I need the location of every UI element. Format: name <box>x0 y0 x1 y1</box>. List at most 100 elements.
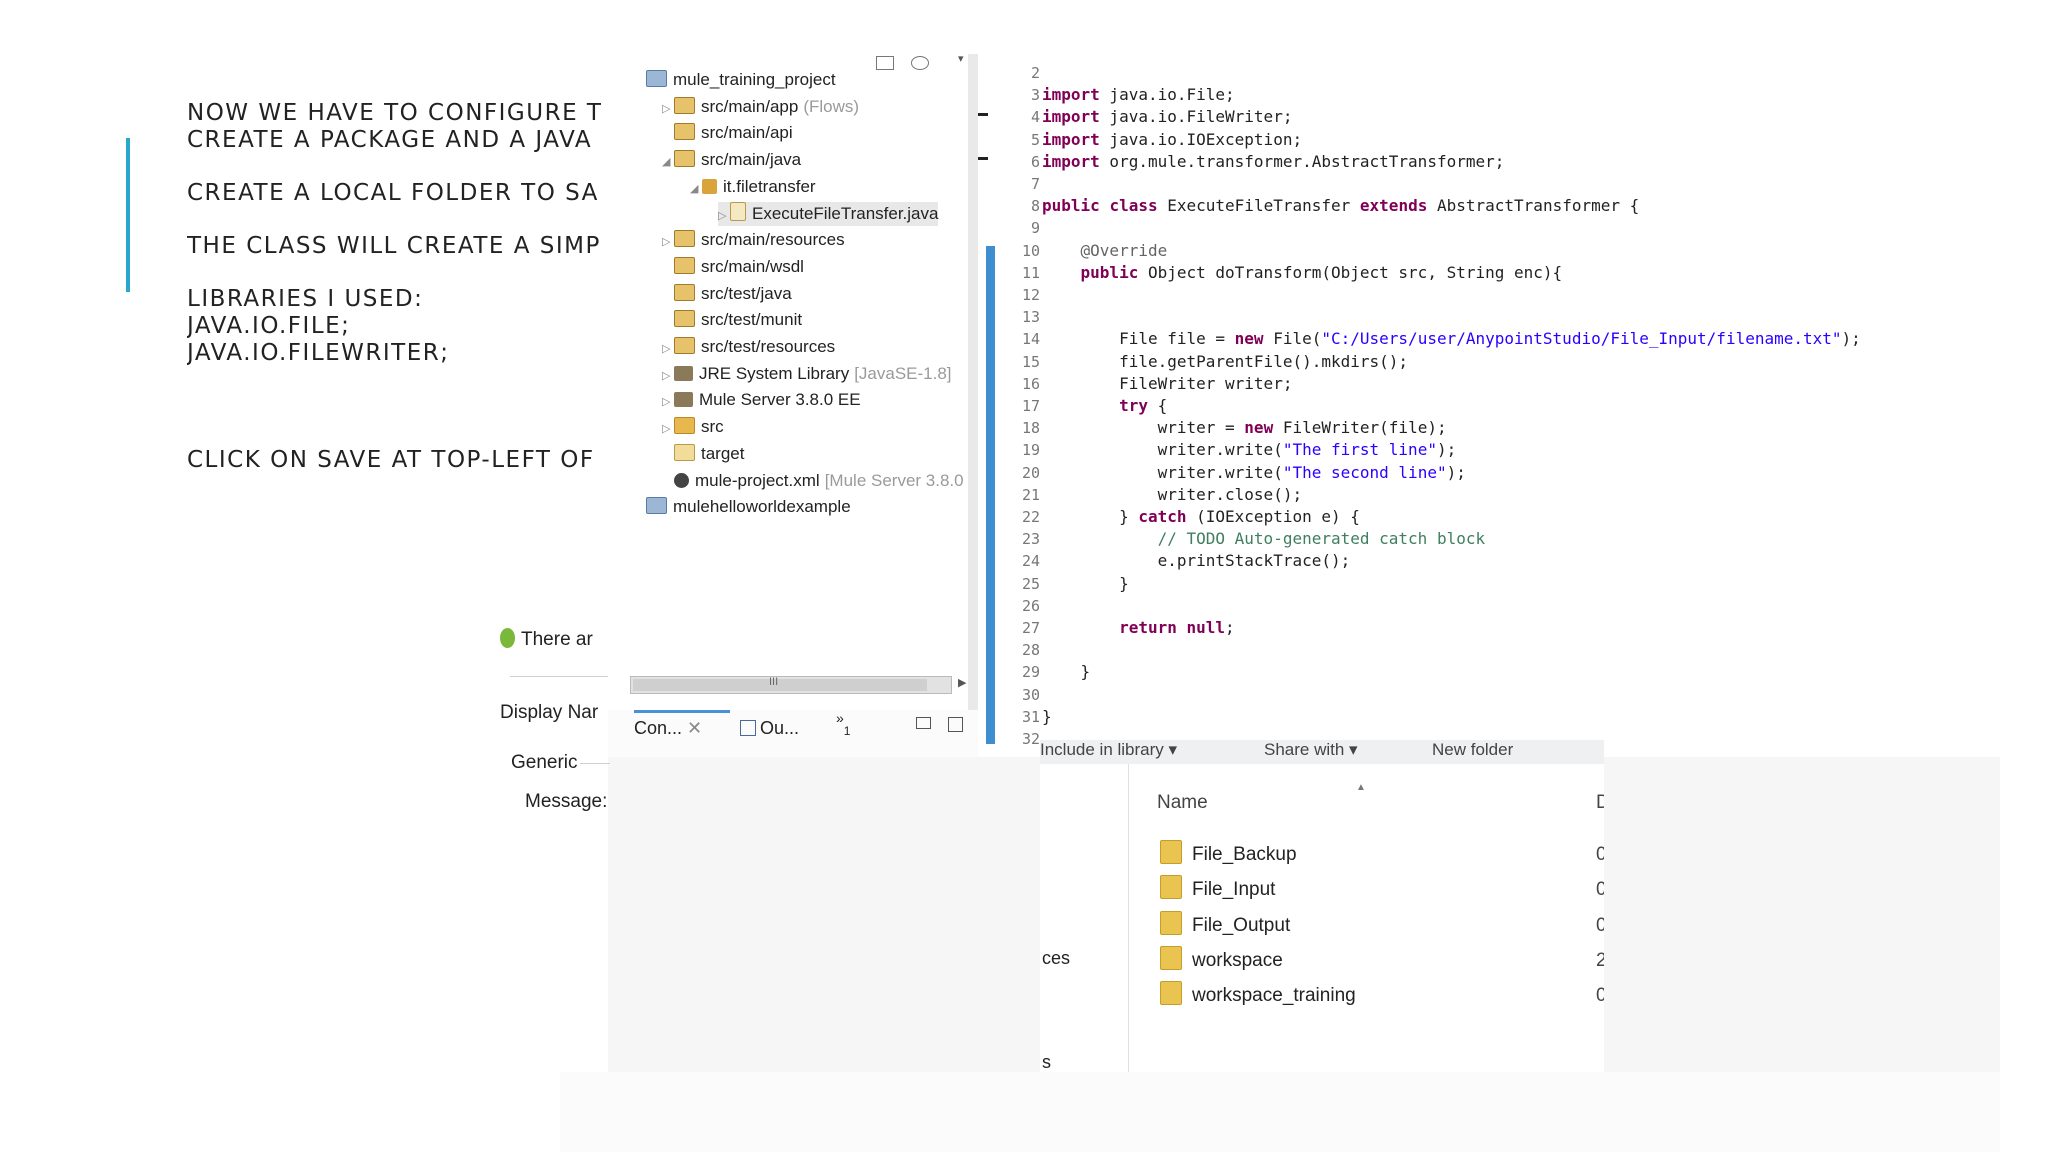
tree-item-label: it.filetransfer <box>723 176 816 196</box>
tab-console[interactable]: Con... ✕ <box>634 718 702 739</box>
tree-item[interactable]: mule-project.xml [Mule Server 3.8.0 <box>662 469 964 493</box>
line-number: 25 <box>1021 574 1040 593</box>
line-number: 2 <box>1030 64 1040 82</box>
folder-row[interactable]: workspace_training 0 <box>1160 981 1604 1011</box>
tree-item[interactable]: ▷ src/main/app (Flows) <box>662 95 859 119</box>
code-line: } catch (IOException e) { <box>1042 507 1360 526</box>
new-folder-button[interactable]: New folder <box>1432 740 1513 760</box>
overflow-count: 1 <box>843 724 851 738</box>
folder-icon <box>674 417 695 435</box>
folder-date: 0 <box>1596 879 1604 901</box>
status-text: There ar <box>521 629 593 650</box>
nav-item[interactable]: ces <box>1042 948 1070 969</box>
line-number: 31 <box>1021 707 1040 726</box>
expand-arrow-icon[interactable]: ▷ <box>662 230 674 254</box>
folder-row[interactable]: File_Output 0 <box>1160 910 1604 941</box>
expand-arrow-icon[interactable]: ▷ <box>662 364 674 388</box>
view-menu-icon[interactable]: ▾ <box>958 54 964 65</box>
code-line: import java.io.IOException; <box>1042 129 1303 149</box>
share-with-button[interactable]: Share with ▾ <box>1264 740 1358 760</box>
tree-item[interactable]: src/main/wsdl <box>662 255 804 279</box>
tree-item[interactable]: ▷ src <box>662 415 724 439</box>
properties-dialog-fragment: There ar Display Nar Generic Message: <box>500 620 610 840</box>
collapse-all-icon[interactable] <box>876 56 894 70</box>
library-icon <box>674 365 693 381</box>
link-editor-icon[interactable] <box>911 56 929 70</box>
folder-row[interactable]: File_Backup 0 <box>1160 840 1604 870</box>
gear-icon <box>674 472 689 488</box>
source-folder-icon <box>674 150 695 168</box>
code-line: writer.write("The second line"); <box>1042 462 1466 482</box>
expand-arrow-icon[interactable]: ▷ <box>662 97 674 121</box>
explorer-toolbar: Include in library ▾ Share with ▾ New fo… <box>1040 740 1604 764</box>
line-number: 32 <box>1021 730 1040 748</box>
tab-outline[interactable]: Ou... <box>740 718 799 739</box>
tree-item-label: mule-project.xml <box>695 470 820 490</box>
folder-row[interactable]: workspace 2 <box>1160 945 1604 976</box>
maximize-icon[interactable] <box>948 717 963 732</box>
line-number: 13 <box>1021 308 1040 327</box>
line-number: 7 <box>1030 175 1040 193</box>
tree-item[interactable]: ▷ ExecuteFileTransfer.java <box>718 201 939 228</box>
tree-item[interactable]: mule_training_project <box>634 68 836 92</box>
include-in-library-button[interactable]: Include in library ▾ <box>1040 740 1177 760</box>
line-number: 5 <box>1030 130 1040 149</box>
code-line: FileWriter writer; <box>1042 373 1293 393</box>
folder-name: workspace_training <box>1192 985 1356 1007</box>
slide-line: THE CLASS WILL CREATE A SIMP <box>187 233 601 259</box>
tree-item[interactable]: ▷ src/test/resources <box>662 335 835 359</box>
tree-item-label: src/test/resources <box>701 337 836 356</box>
tree-item[interactable]: ▷ Mule Server 3.8.0 EE <box>662 388 861 412</box>
slide-paragraph: THE CLASS WILL CREATE A SIMP <box>187 233 607 260</box>
nav-item[interactable]: s <box>1042 1052 1051 1072</box>
line-number: 4 <box>1030 108 1040 127</box>
tree-item-suffix: [JavaSE-1.8] <box>854 363 952 383</box>
display-name-label: Display Nar <box>500 702 599 723</box>
tree-item[interactable]: src/main/api <box>662 121 793 145</box>
tree-item[interactable]: target <box>662 442 744 466</box>
folder-name: File_Output <box>1192 914 1291 936</box>
tree-item[interactable]: src/test/munit <box>662 308 802 332</box>
folder-icon <box>1160 910 1182 935</box>
expand-arrow-icon[interactable]: ▷ <box>662 417 674 441</box>
tree-item[interactable]: src/test/java <box>662 282 792 306</box>
tree-item-label: mule_training_project <box>673 70 836 89</box>
bottom-view-tabs: Con... ✕ Ou... »1 <box>608 710 978 757</box>
expand-arrow-icon[interactable]: ◢ <box>662 150 674 174</box>
navigation-pane: ces s <box>1040 764 1129 1072</box>
horizontal-scrollbar[interactable]: III <box>630 676 952 694</box>
expand-arrow-icon[interactable]: ◢ <box>690 177 702 201</box>
scrollbar-thumb[interactable]: III <box>633 676 927 691</box>
code-line: public Object doTransform(Object src, St… <box>1080 262 1563 282</box>
tree-item[interactable]: ◢ src/main/java <box>662 148 801 172</box>
slide-bullets: NOW WE HAVE TO CONFIGURE T CREATE A PACKA… <box>187 100 607 500</box>
code-line: writer = new FileWriter(file); <box>1042 418 1447 438</box>
message-label: Message: <box>525 791 608 812</box>
folder-row[interactable]: File_Input 0 <box>1160 875 1604 905</box>
tree-item-label: src/test/munit <box>701 310 803 330</box>
folder-icon <box>674 443 695 461</box>
java-file-icon <box>730 201 746 221</box>
column-header-name[interactable]: Name <box>1157 792 1208 814</box>
outline-icon <box>740 720 756 736</box>
scroll-right-arrow-icon[interactable]: ▶ <box>958 676 966 689</box>
expand-arrow-icon[interactable]: ▷ <box>718 204 730 228</box>
tree-item-label: ExecuteFileTransfer.java <box>752 203 939 223</box>
code-line: try { <box>1119 396 1168 415</box>
tree-item[interactable]: ▷ src/main/resources <box>662 228 845 252</box>
folder-icon <box>1160 945 1182 970</box>
expand-arrow-icon[interactable]: ▷ <box>662 390 674 414</box>
source-folder-icon <box>674 310 695 328</box>
folder-icon <box>1160 840 1182 864</box>
close-icon[interactable]: ✕ <box>687 718 702 738</box>
tree-item[interactable]: mulehelloworldexample <box>634 495 851 519</box>
java-editor[interactable]: 2 3 4 5 6 7 8 9 10 11 12 13 14 15 16 17 18 19 20 21 22 23 24 25… <box>978 54 2000 757</box>
expand-arrow-icon[interactable]: ▷ <box>662 337 674 361</box>
slide-line: CREATE A PACKAGE AND A JAVA <box>187 127 593 153</box>
line-number: 19 <box>1021 441 1040 460</box>
tree-item[interactable]: ▷ JRE System Library [JavaSE-1.8] <box>662 362 952 386</box>
minimize-icon[interactable] <box>916 717 931 729</box>
column-header-date[interactable]: D <box>1596 792 1604 814</box>
tab-overflow[interactable]: »1 <box>836 710 850 738</box>
tree-item[interactable]: ◢ it.filetransfer <box>690 175 816 199</box>
